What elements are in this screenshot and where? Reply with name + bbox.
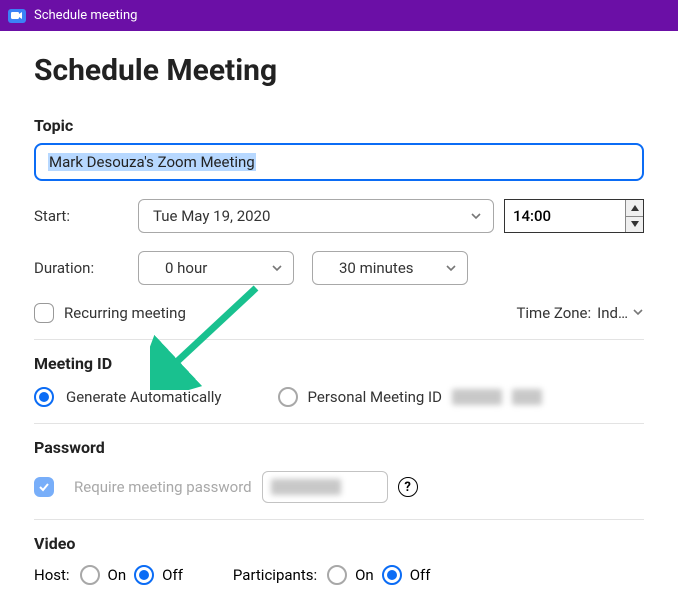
spinner-down-icon[interactable] xyxy=(626,217,643,233)
chevron-down-icon xyxy=(632,304,644,322)
topic-input-value: Mark Desouza's Zoom Meeting xyxy=(48,153,256,171)
duration-hours-select[interactable]: 0 hour xyxy=(138,251,294,285)
require-password-checkbox[interactable] xyxy=(34,477,54,497)
recurring-label: Recurring meeting xyxy=(64,304,186,322)
divider xyxy=(34,519,644,520)
participants-off-label: Off xyxy=(410,566,431,584)
start-date-value: Tue May 19, 2020 xyxy=(153,207,270,225)
password-value-redacted xyxy=(271,479,341,495)
radio-participants-off[interactable] xyxy=(382,565,402,585)
topic-label: Topic xyxy=(34,116,644,135)
radio-participants-on[interactable] xyxy=(327,565,347,585)
duration-label: Duration: xyxy=(34,259,138,277)
require-password-label: Require meeting password xyxy=(74,478,252,496)
timezone-value: Ind… xyxy=(597,304,628,322)
zoom-app-icon xyxy=(8,9,26,23)
password-label: Password xyxy=(34,438,644,457)
host-off-label: Off xyxy=(162,566,183,584)
timezone-label: Time Zone: xyxy=(516,304,591,322)
help-icon[interactable]: ? xyxy=(398,477,418,497)
window-titlebar: Schedule meeting xyxy=(0,0,678,31)
video-label: Video xyxy=(34,534,644,553)
chevron-down-icon xyxy=(469,209,483,223)
duration-minutes-value: 30 minutes xyxy=(339,259,414,277)
duration-minutes-select[interactable]: 30 minutes xyxy=(312,251,468,285)
participants-on-label: On xyxy=(355,566,374,584)
divider xyxy=(34,423,644,424)
host-label: Host: xyxy=(34,566,70,584)
radio-generate-auto[interactable] xyxy=(34,387,54,407)
radio-host-on[interactable] xyxy=(80,565,100,585)
time-spinner[interactable] xyxy=(625,200,643,232)
start-label: Start: xyxy=(34,207,138,225)
radio-personal-id[interactable] xyxy=(278,387,298,407)
radio-host-off[interactable] xyxy=(134,565,154,585)
topic-input[interactable]: Mark Desouza's Zoom Meeting xyxy=(34,143,644,181)
start-time-value: 14:00 xyxy=(513,207,551,225)
duration-hours-value: 0 hour xyxy=(165,259,207,277)
recurring-checkbox[interactable] xyxy=(34,303,54,323)
host-on-label: On xyxy=(108,566,127,584)
timezone-select[interactable]: Ind… xyxy=(597,304,644,322)
radio-personal-id-label: Personal Meeting ID xyxy=(308,388,442,406)
start-time-input[interactable]: 14:00 xyxy=(504,199,644,233)
personal-id-redacted xyxy=(452,389,502,405)
participants-label: Participants: xyxy=(233,566,317,584)
window-title: Schedule meeting xyxy=(34,8,137,23)
meeting-id-label: Meeting ID xyxy=(34,354,644,373)
radio-generate-auto-label: Generate Automatically xyxy=(66,388,222,406)
chevron-down-icon xyxy=(445,262,457,274)
spinner-up-icon[interactable] xyxy=(626,200,643,217)
personal-id-redacted xyxy=(512,389,542,405)
divider xyxy=(34,339,644,340)
page-title: Schedule Meeting xyxy=(34,53,644,88)
password-field[interactable] xyxy=(262,471,388,503)
start-date-picker[interactable]: Tue May 19, 2020 xyxy=(138,199,494,233)
chevron-down-icon xyxy=(271,262,283,274)
